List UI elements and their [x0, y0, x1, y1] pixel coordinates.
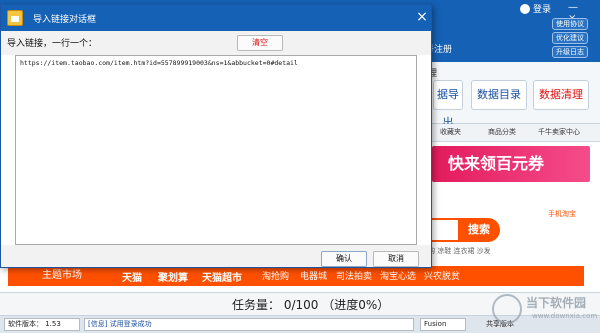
- market-item-electronics[interactable]: 电器城: [300, 269, 327, 282]
- promo-banner[interactable]: 快来领百元券: [432, 146, 590, 182]
- watermark-url: www.downxia.com: [532, 312, 598, 320]
- login-label: 登录: [533, 5, 552, 15]
- data-cleanup-button[interactable]: 数据清理: [533, 80, 589, 110]
- market-item-flash-sale[interactable]: 淘抢购: [262, 269, 289, 282]
- software-version: 软件版本： 1.53: [8, 320, 61, 328]
- nav-categories[interactable]: 商品分类: [488, 127, 516, 137]
- data-directory-button[interactable]: 数据目录: [471, 80, 527, 110]
- hot-search-words[interactable]: 购 凉鞋 连衣裙 沙发: [428, 246, 491, 256]
- watermark-name: 当下软件园: [526, 296, 587, 310]
- close-icon[interactable]: ×: [415, 9, 429, 25]
- market-theme[interactable]: 主题市场: [12, 268, 112, 284]
- dialog-app-icon: [7, 10, 23, 26]
- nav-favorites[interactable]: 收藏夹: [440, 127, 461, 137]
- export-data-button[interactable]: 据导出: [433, 80, 463, 129]
- mobile-taobao-link[interactable]: 手机淘宝: [548, 209, 576, 219]
- watermark-logo-icon: [492, 294, 522, 324]
- market-item-rural[interactable]: 兴农脱贫: [424, 269, 460, 282]
- market-item-taobao-select[interactable]: 淘宝心选: [380, 269, 416, 282]
- import-links-dialog: 导入链接对话框 × 导入链接，一行一个： 清空 确认 取消: [0, 4, 432, 268]
- market-item-tmall[interactable]: 天猫: [122, 269, 142, 284]
- login-button[interactable]: 登录: [520, 2, 551, 15]
- clear-button[interactable]: 清空: [237, 35, 283, 51]
- market-item-juhuasuan[interactable]: 聚划算: [158, 269, 188, 284]
- changelog-button[interactable]: 升级日志: [552, 46, 588, 58]
- search-button[interactable]: 搜索: [458, 218, 500, 242]
- market-item-tmall-supermarket[interactable]: 天猫超市: [202, 269, 242, 284]
- usage-agreement-button[interactable]: 使用协议: [552, 18, 588, 30]
- watermark: 当下软件园 www.downxia.com: [492, 290, 598, 330]
- suggestion-button[interactable]: 优化建议: [552, 32, 588, 44]
- nav-seller-center[interactable]: 千牛卖家中心: [538, 127, 580, 137]
- dialog-title: 导入链接对话框: [33, 15, 97, 25]
- market-item-judicial-auction[interactable]: 司法拍卖: [336, 269, 372, 282]
- cancel-button[interactable]: 取消: [373, 251, 419, 267]
- confirm-button[interactable]: 确认: [321, 251, 367, 267]
- skin-select-value: Fusion: [424, 320, 447, 328]
- links-textarea[interactable]: [15, 55, 417, 245]
- task-progress-label: 任务量： 0/100 （进度0%）: [232, 298, 390, 312]
- user-icon: [520, 3, 530, 14]
- status-info: [信息] 试用登录成功: [88, 320, 152, 328]
- dialog-prompt: 导入链接，一行一个：: [7, 39, 98, 49]
- search-input[interactable]: [428, 218, 458, 242]
